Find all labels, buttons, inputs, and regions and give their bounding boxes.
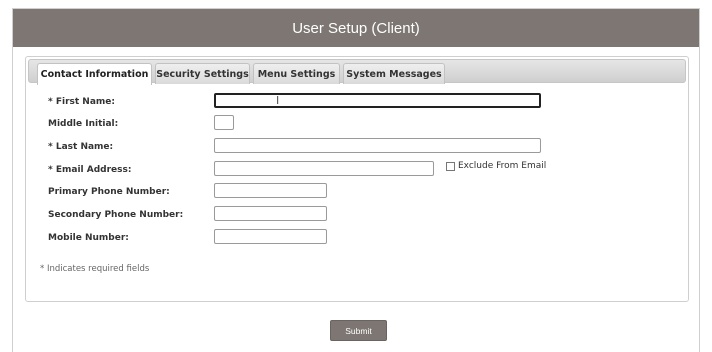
secondary-phone-input[interactable] [214, 206, 327, 221]
email-address-label: * Email Address: [48, 165, 132, 175]
first-name-label: * First Name: [48, 97, 115, 107]
exclude-from-email-label: Exclude From Email [458, 161, 547, 171]
tab-menu-settings[interactable]: Menu Settings [253, 63, 340, 84]
tab-security-settings[interactable]: Security Settings [155, 63, 250, 84]
middle-initial-label: Middle Initial: [48, 119, 119, 129]
user-setup-window: User Setup (Client) Contact Information … [12, 8, 700, 352]
required-fields-note: * Indicates required fields [40, 264, 150, 274]
primary-phone-input[interactable] [214, 183, 327, 198]
last-name-input[interactable] [214, 138, 541, 153]
email-address-input[interactable] [214, 161, 434, 176]
tab-strip: Contact Information Security Settings Me… [28, 59, 686, 85]
window-title: User Setup (Client) [13, 9, 699, 47]
secondary-phone-label: Secondary Phone Number: [48, 210, 184, 220]
submit-button[interactable]: Submit [330, 320, 387, 341]
tab-contact-information[interactable]: Contact Information [37, 63, 152, 85]
mobile-number-label: Mobile Number: [48, 233, 129, 243]
form-panel: Contact Information Security Settings Me… [25, 56, 689, 302]
text-cursor-icon: I [276, 94, 280, 107]
first-name-input[interactable]: I [214, 93, 541, 108]
middle-initial-input[interactable] [214, 115, 234, 130]
last-name-label: * Last Name: [48, 142, 114, 152]
mobile-number-input[interactable] [214, 229, 327, 244]
tab-system-messages[interactable]: System Messages [343, 63, 445, 84]
primary-phone-label: Primary Phone Number: [48, 187, 170, 197]
exclude-from-email-checkbox[interactable] [446, 162, 455, 171]
